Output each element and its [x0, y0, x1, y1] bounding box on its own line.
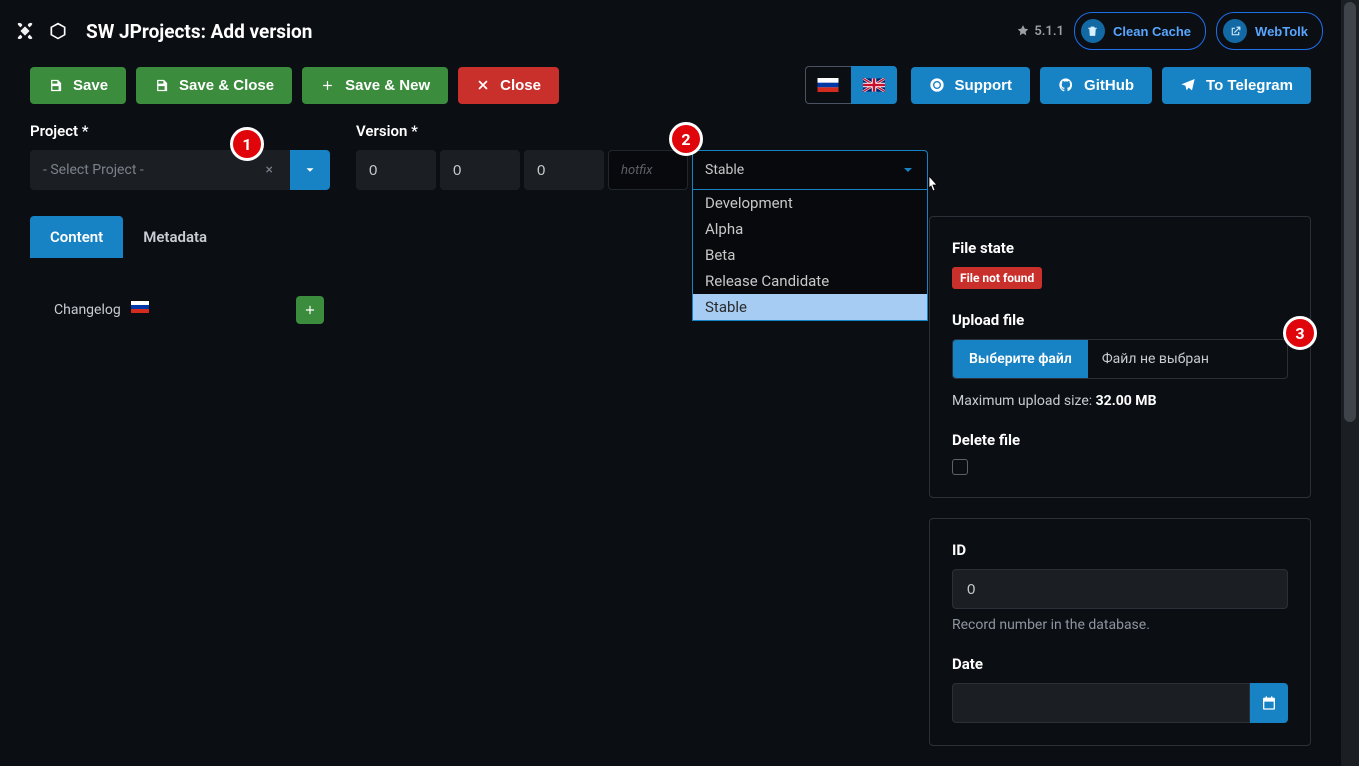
lifering-icon — [929, 77, 945, 93]
webtolk-button[interactable]: WebTolk — [1216, 12, 1323, 50]
vertical-scrollbar[interactable] — [1341, 0, 1359, 766]
close-icon — [476, 78, 490, 92]
joomla-version: 5.1.1 — [1016, 24, 1064, 39]
no-file-text: Файл не выбран — [1088, 340, 1287, 378]
date-input[interactable] — [952, 683, 1250, 723]
close-button[interactable]: Close — [458, 67, 559, 104]
changelog-label: Changelog — [54, 302, 121, 318]
flag-gb-icon — [863, 78, 885, 92]
stage-option[interactable]: Development — [693, 190, 927, 216]
version-major-input[interactable] — [356, 150, 436, 190]
id-label: ID — [952, 541, 1288, 559]
annotation-badge-2: 2 — [669, 122, 703, 156]
file-state-badge: File not found — [952, 267, 1042, 289]
topbar: SW JProjects: Add version 5.1.1 Clean Ca… — [0, 0, 1341, 66]
github-button[interactable]: GitHub — [1040, 67, 1152, 104]
version-hotfix-input[interactable]: hotfix — [608, 150, 688, 190]
annotation-badge-3: 3 — [1283, 316, 1317, 350]
annotation-badge-1: 1 — [230, 127, 264, 161]
plus-icon — [320, 78, 335, 93]
upload-file-control: Выберите файл Файл не выбран — [952, 339, 1288, 379]
choose-file-button[interactable]: Выберите файл — [953, 340, 1088, 378]
project-label: Project * — [30, 122, 330, 140]
telegram-button[interactable]: To Telegram — [1162, 67, 1311, 104]
save-button[interactable]: Save — [30, 67, 126, 104]
stage-option[interactable]: Alpha — [693, 216, 927, 242]
lang-en-button[interactable] — [851, 66, 897, 104]
clear-icon[interactable]: × — [262, 162, 277, 178]
action-toolbar: Save Save & Close Save & New Close — [0, 66, 1341, 122]
trash-icon — [1081, 19, 1105, 43]
meta-card: ID Record number in the database. Date — [929, 518, 1311, 746]
stage-selected: Stable — [693, 162, 889, 178]
chevron-down-icon — [303, 163, 317, 177]
version-patch-input[interactable] — [524, 150, 604, 190]
language-switcher — [805, 66, 897, 104]
joomla-icon — [14, 20, 36, 42]
upload-file-label: Upload file — [952, 311, 1288, 329]
id-hint: Record number in the database. — [952, 617, 1288, 633]
page-title: SW JProjects: Add version — [86, 20, 312, 43]
max-upload-text: Maximum upload size: 32.00 MB — [952, 393, 1288, 409]
file-card: File state File not found Upload file Вы… — [929, 216, 1311, 498]
plus-icon — [303, 303, 317, 317]
external-link-icon — [1223, 19, 1247, 43]
chevron-down-icon — [889, 151, 927, 189]
stage-option[interactable]: Release Candidate — [693, 268, 927, 294]
scrollbar-thumb[interactable] — [1344, 2, 1356, 422]
date-label: Date — [952, 655, 1288, 673]
delete-file-checkbox[interactable] — [952, 459, 968, 475]
flag-ru-icon — [131, 301, 149, 313]
add-changelog-button[interactable] — [296, 296, 324, 324]
github-icon — [1058, 77, 1074, 93]
save-new-button[interactable]: Save & New — [302, 67, 448, 104]
project-field: Project * - Select Project - × — [30, 122, 330, 190]
version-stage-select[interactable]: Stable DevelopmentAlphaBetaRelease Candi… — [692, 150, 928, 190]
flag-ru-icon — [817, 78, 839, 92]
project-dropdown-toggle[interactable] — [290, 150, 330, 190]
tab-metadata[interactable]: Metadata — [123, 216, 227, 258]
file-state-label: File state — [952, 239, 1288, 257]
stage-option[interactable]: Stable — [693, 294, 927, 320]
stage-dropdown-list: DevelopmentAlphaBetaRelease CandidateSta… — [692, 190, 928, 321]
telegram-icon — [1180, 77, 1196, 93]
support-button[interactable]: Support — [911, 67, 1031, 104]
lang-ru-button[interactable] — [805, 66, 851, 104]
delete-file-label: Delete file — [952, 431, 1288, 449]
clean-cache-button[interactable]: Clean Cache — [1074, 12, 1206, 50]
save-icon — [48, 78, 63, 93]
calendar-icon — [1261, 695, 1277, 711]
save-close-button[interactable]: Save & Close — [136, 67, 292, 104]
cube-icon — [48, 21, 68, 41]
stage-option[interactable]: Beta — [693, 242, 927, 268]
version-minor-input[interactable] — [440, 150, 520, 190]
id-input — [952, 569, 1288, 609]
version-label: Version * — [356, 122, 928, 140]
tab-content[interactable]: Content — [30, 216, 123, 258]
version-field: Version * hotfix Stable — [356, 122, 928, 190]
save-icon — [154, 78, 169, 93]
calendar-button[interactable] — [1250, 683, 1288, 723]
project-placeholder: - Select Project - — [43, 162, 144, 178]
